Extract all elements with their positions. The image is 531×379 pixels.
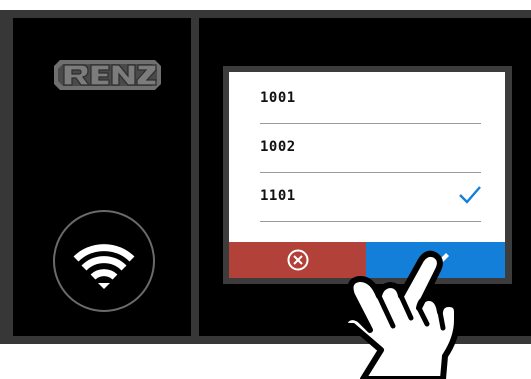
list-item-label: 1101 xyxy=(260,188,296,204)
tap-hand-icon xyxy=(341,250,460,379)
list-item-1001[interactable]: 1001 xyxy=(260,75,481,124)
renz-logo xyxy=(54,60,161,90)
checkmark-icon xyxy=(459,186,481,204)
wifi-icon[interactable] xyxy=(52,209,156,313)
list-item-label: 1001 xyxy=(260,90,296,106)
panel-divider xyxy=(191,10,199,344)
selection-list: 1001 1002 1101 xyxy=(229,72,505,242)
cancel-circle-x-icon xyxy=(287,249,309,271)
list-item-1002[interactable]: 1002 xyxy=(260,124,481,173)
list-item-1101[interactable]: 1101 xyxy=(260,173,481,222)
list-item-label: 1002 xyxy=(260,139,296,155)
